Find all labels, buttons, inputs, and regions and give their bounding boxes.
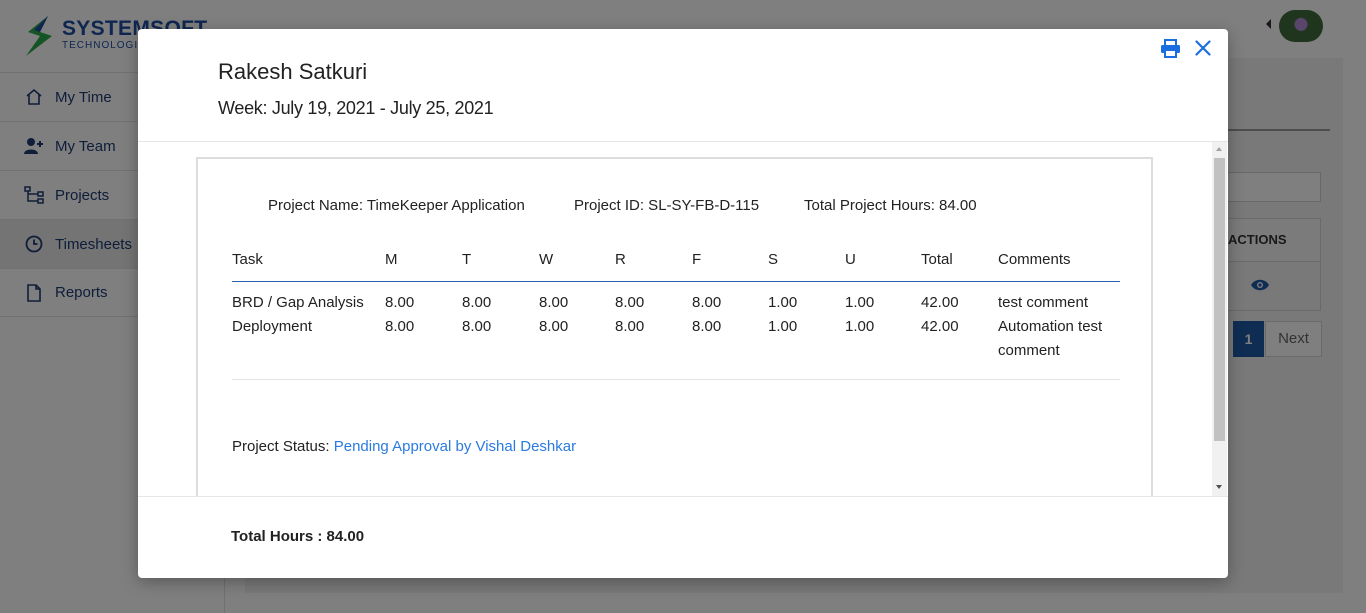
vertical-scrollbar[interactable]	[1212, 142, 1227, 496]
modal-header: Rakesh Satkuri Week: July 19, 2021 - Jul…	[138, 29, 1228, 142]
column-header-t: T	[462, 237, 539, 282]
hours-cell-f: 8.00	[692, 315, 768, 380]
project-name: Project Name: TimeKeeper Application	[268, 197, 525, 214]
hours-cell-r: 8.00	[615, 294, 645, 311]
hours-cell-t: 8.00	[462, 294, 492, 311]
column-header-s: S	[768, 237, 845, 282]
table-row: Deployment 8.00 8.00 8.00 8.00 8.00 1.00…	[232, 315, 1120, 380]
scroll-up-arrow-icon[interactable]	[1216, 147, 1222, 151]
hours-cell-m: 8.00	[385, 294, 415, 311]
project-status-label: Project Status:	[232, 438, 330, 455]
column-header-u: U	[845, 237, 921, 282]
column-header-task: Task	[232, 237, 385, 282]
close-icon	[1195, 40, 1211, 56]
total-hours: Total Hours : 84.00	[231, 528, 365, 545]
week-range: Week: July 19, 2021 - July 25, 2021	[218, 98, 494, 118]
modal-body[interactable]: Project Name: TimeKeeper Application Pro…	[138, 142, 1228, 496]
hours-cell-f: 8.00	[692, 294, 722, 311]
task-cell: Deployment	[232, 315, 385, 380]
row-total-cell: 42.00	[921, 315, 998, 380]
employee-name: Rakesh Satkuri	[218, 59, 368, 84]
column-header-total: Total	[921, 237, 998, 282]
column-header-comments: Comments	[998, 237, 1120, 282]
hours-cell-t: 8.00	[462, 315, 539, 380]
print-icon	[1160, 38, 1180, 58]
comments-cell: test comment	[998, 294, 1089, 311]
scrollbar-thumb[interactable]	[1214, 158, 1225, 441]
project-total-hours: Total Project Hours: 84.00	[804, 197, 977, 214]
hours-cell-r: 8.00	[615, 315, 692, 380]
print-button[interactable]	[1159, 37, 1181, 59]
scroll-down-arrow-icon[interactable]	[1216, 485, 1222, 489]
task-table: Task M T W R F S U Total Comments BRD /	[232, 237, 1120, 380]
timesheet-modal: Rakesh Satkuri Week: July 19, 2021 - Jul…	[138, 29, 1228, 578]
hours-cell-u: 1.00	[845, 315, 921, 380]
modal-footer: Total Hours : 84.00	[138, 496, 1228, 579]
table-row: BRD / Gap Analysis 8.00 8.00 8.00 8.00 8…	[232, 282, 1120, 316]
hours-cell-s: 1.00	[768, 315, 845, 380]
task-table-header: Task M T W R F S U Total Comments	[232, 237, 1120, 282]
column-header-f: F	[692, 237, 768, 282]
column-header-m: M	[385, 237, 462, 282]
comments-cell: Automation test comment	[998, 315, 1120, 380]
close-button[interactable]	[1192, 37, 1214, 59]
task-cell: BRD / Gap Analysis	[232, 294, 364, 311]
project-id: Project ID: SL-SY-FB-D-115	[574, 197, 760, 214]
project-card: Project Name: TimeKeeper Application Pro…	[196, 157, 1153, 496]
hours-cell-w: 8.00	[539, 294, 569, 311]
project-status-link[interactable]: Pending Approval by Vishal Deshkar	[334, 438, 576, 455]
column-header-r: R	[615, 237, 692, 282]
hours-cell-s: 1.00	[768, 294, 798, 311]
column-header-w: W	[539, 237, 615, 282]
row-total-cell: 42.00	[921, 294, 959, 311]
hours-cell-m: 8.00	[385, 315, 462, 380]
hours-cell-w: 8.00	[539, 315, 615, 380]
project-status: Project Status: Pending Approval by Vish…	[232, 438, 576, 455]
hours-cell-u: 1.00	[845, 294, 875, 311]
